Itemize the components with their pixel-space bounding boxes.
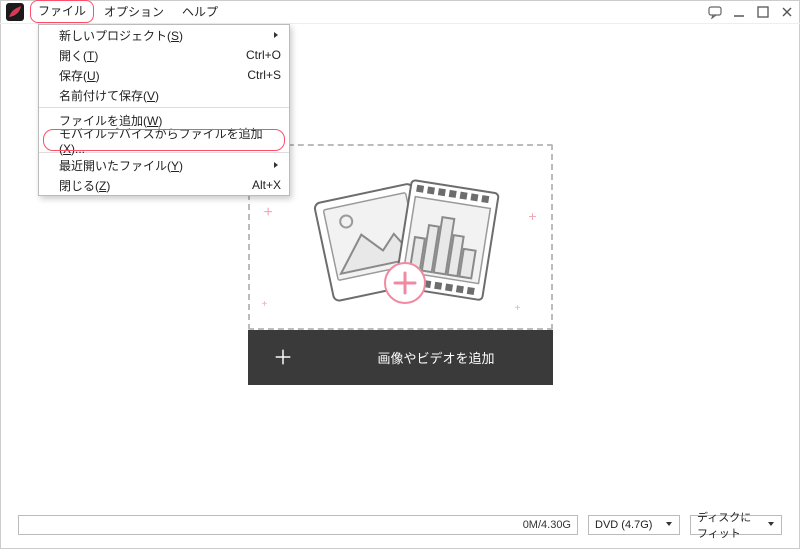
chevron-down-icon: [665, 519, 673, 531]
plus-icon: [248, 330, 320, 385]
minimize-button[interactable]: [732, 5, 746, 19]
shortcut-label: Alt+X: [252, 178, 281, 192]
menu-new-project[interactable]: 新しいプロジェクト(S): [39, 25, 289, 45]
menu-add-from-mobile[interactable]: モバイルデバイスからファイルを追加(X)...: [39, 130, 289, 150]
title-bar: ファイル オプション ヘルプ: [0, 0, 800, 24]
menu-save-as[interactable]: 名前付けて保存(V): [39, 85, 289, 105]
add-media-button[interactable]: 画像やビデオを追加: [248, 330, 553, 385]
menu-close[interactable]: 閉じる(Z) Alt+X: [39, 175, 289, 195]
sparkle-icon: +: [264, 204, 273, 222]
close-button[interactable]: [780, 5, 794, 19]
chevron-right-icon: [271, 158, 281, 172]
footer-bar: 0M/4.30G DVD (4.7G) ディスクにフィット: [0, 506, 800, 544]
menu-help[interactable]: ヘルプ: [174, 0, 226, 23]
app-icon: [6, 3, 24, 21]
shortcut-label: Ctrl+O: [246, 48, 281, 62]
media-type-select[interactable]: DVD (4.7G): [588, 515, 680, 535]
media-illustration-icon: [285, 167, 515, 307]
drop-zone[interactable]: + + + +: [248, 144, 553, 330]
menu-recent-files[interactable]: 最近開いたファイル(Y): [39, 155, 289, 175]
sparkle-icon: +: [515, 303, 521, 314]
menu-file[interactable]: ファイル: [30, 0, 94, 23]
chevron-right-icon: [271, 28, 281, 42]
shortcut-label: Ctrl+S: [247, 68, 281, 82]
menu-options[interactable]: オプション: [96, 0, 172, 23]
fit-mode-select[interactable]: ディスクにフィット: [690, 515, 782, 535]
feedback-icon[interactable]: [708, 5, 722, 19]
capacity-indicator: 0M/4.30G: [18, 515, 578, 535]
sparkle-icon: +: [262, 299, 268, 310]
sparkle-icon: +: [528, 208, 536, 224]
add-media-label: 画像やビデオを追加: [377, 348, 494, 367]
chevron-down-icon: [767, 519, 775, 531]
file-menu-dropdown: 新しいプロジェクト(S) 開く(T) Ctrl+O 保存(U) Ctrl+S 名…: [38, 24, 290, 196]
menu-save[interactable]: 保存(U) Ctrl+S: [39, 65, 289, 85]
maximize-button[interactable]: [756, 5, 770, 19]
menu-open[interactable]: 開く(T) Ctrl+O: [39, 45, 289, 65]
